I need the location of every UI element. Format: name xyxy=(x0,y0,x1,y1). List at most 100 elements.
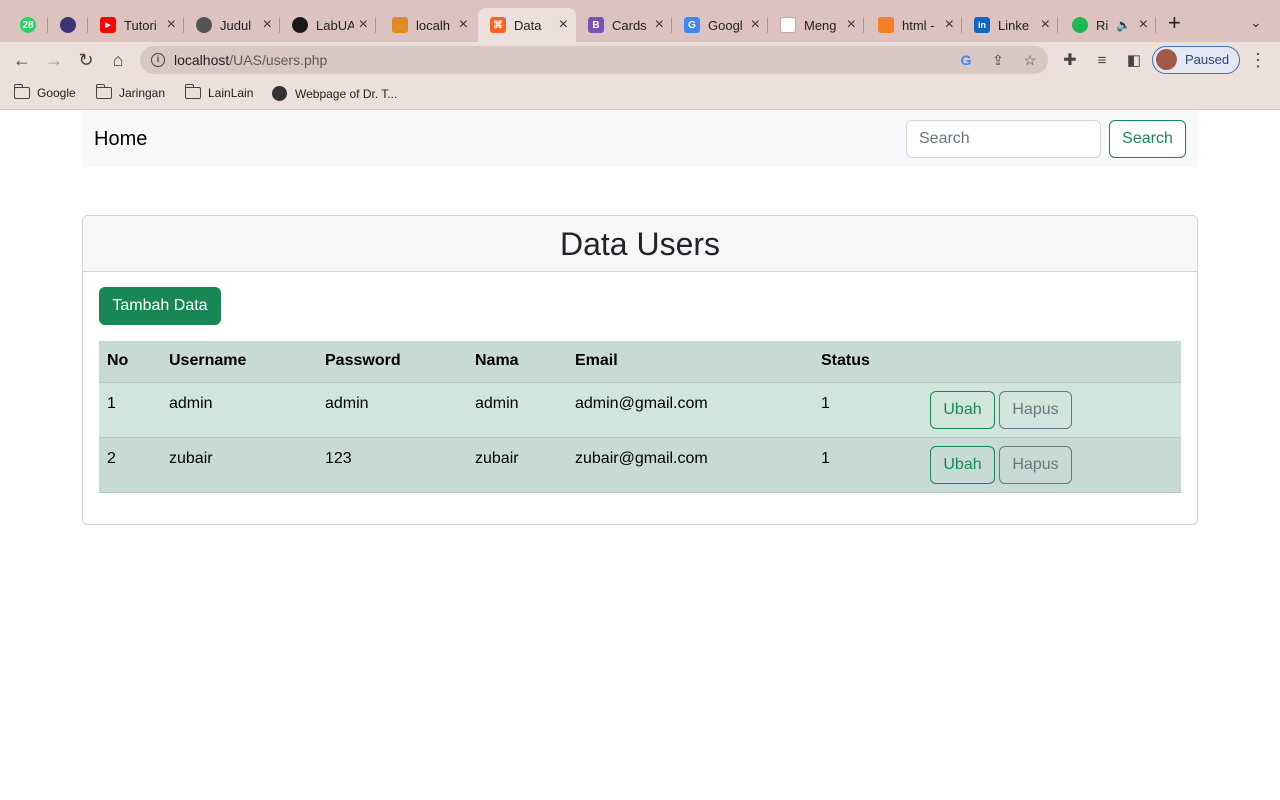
google-lens-icon[interactable]: G xyxy=(958,52,974,68)
cell-username: zubair xyxy=(161,437,317,493)
avatar xyxy=(1156,49,1177,70)
close-icon[interactable]: × xyxy=(167,17,176,33)
navbar-brand-home[interactable]: Home xyxy=(94,128,147,151)
cell-no: 2 xyxy=(99,437,161,493)
tab-3[interactable]: Judul × xyxy=(184,8,280,42)
cell-nama: admin xyxy=(467,382,567,438)
more-menu-icon[interactable]: ⋮ xyxy=(1248,50,1268,70)
back-arrow-icon[interactable]: ← xyxy=(12,50,32,70)
close-icon[interactable]: × xyxy=(263,17,272,33)
column-header-password: Password xyxy=(317,341,467,383)
tab-title: Linke xyxy=(998,17,1030,33)
tab-0[interactable]: 28 xyxy=(8,8,48,42)
cell-email: zubair@gmail.com xyxy=(567,437,813,493)
youtube-icon: ▶ xyxy=(100,17,116,33)
bookmark-jaringan[interactable]: Jaringan xyxy=(95,84,166,100)
bookmarks-bar: Google Jaringan LainLain Webpage of Dr. … xyxy=(0,78,1280,110)
tab-10[interactable]: html - × xyxy=(866,8,962,42)
add-data-button[interactable]: Tambah Data xyxy=(99,287,221,325)
page-title: Data Users xyxy=(559,226,721,262)
doc-icon xyxy=(780,17,796,33)
bookmark-star-icon[interactable]: ☆ xyxy=(1022,52,1038,68)
edit-button[interactable]: Ubah xyxy=(930,445,995,484)
share-icon[interactable]: ⇪ xyxy=(990,52,1006,68)
tab-title: localh xyxy=(416,17,450,33)
cell-actions: Ubah Hapus xyxy=(922,382,1181,438)
profile-status: Paused xyxy=(1185,52,1230,67)
close-icon[interactable]: × xyxy=(1139,17,1148,33)
audio-playing-icon[interactable]: 🔈 xyxy=(1116,18,1131,32)
column-header-no: No xyxy=(99,341,161,383)
tab-7[interactable]: B Cards × xyxy=(576,8,672,42)
tab-4[interactable]: LabUA × xyxy=(280,8,376,42)
search-input[interactable] xyxy=(906,120,1101,158)
globe-icon xyxy=(196,17,212,33)
tab-title: LabUA xyxy=(316,17,354,33)
bookmark-label: Webpage of Dr. T... xyxy=(295,86,398,101)
tab-title: Data xyxy=(514,17,542,33)
bookmark-google[interactable]: Google xyxy=(13,84,76,100)
close-icon[interactable]: × xyxy=(751,17,760,33)
tab-title: Tutori xyxy=(124,17,157,33)
column-header-email: Email xyxy=(567,341,813,383)
site-info-icon[interactable]: i xyxy=(151,53,165,67)
tab-11[interactable]: in Linke × xyxy=(962,8,1058,42)
tab-5[interactable]: localh × xyxy=(380,8,476,42)
home-icon[interactable]: ⌂ xyxy=(108,50,128,70)
folder-icon xyxy=(95,84,112,99)
profile-button[interactable]: Paused xyxy=(1152,46,1240,74)
forward-arrow-icon[interactable]: → xyxy=(44,50,64,70)
delete-button[interactable]: Hapus xyxy=(999,390,1072,429)
close-icon[interactable]: × xyxy=(459,17,468,33)
bookmark-label: LainLain xyxy=(208,86,254,100)
side-panel-icon[interactable]: ◧ xyxy=(1124,50,1144,70)
tab-8[interactable]: G Googl × xyxy=(672,8,768,42)
close-icon[interactable]: × xyxy=(945,17,954,33)
bookmark-label: Jaringan xyxy=(119,86,166,100)
cell-status: 1 xyxy=(813,382,922,438)
users-table: No Username Password Nama Email Status 1… xyxy=(99,341,1181,493)
tab-title: Meng xyxy=(804,17,837,33)
close-icon[interactable]: × xyxy=(847,17,856,33)
bookmark-webpage-dr[interactable]: Webpage of Dr. T... xyxy=(272,86,397,101)
whatsapp-icon: 28 xyxy=(20,17,36,33)
spotify-icon xyxy=(1072,17,1088,33)
edit-button[interactable]: Ubah xyxy=(930,390,995,429)
cell-status: 1 xyxy=(813,437,922,493)
github-icon xyxy=(292,17,308,33)
tab-title: Googl xyxy=(708,17,743,33)
tab-1[interactable] xyxy=(48,8,88,42)
phpmyadmin-icon xyxy=(392,17,408,33)
cell-username: admin xyxy=(161,382,317,438)
column-header-username: Username xyxy=(161,341,317,383)
tab-6-active[interactable]: ⌘ Data × xyxy=(478,8,576,42)
close-icon[interactable]: × xyxy=(359,17,368,33)
media-control-icon[interactable]: ≡ xyxy=(1092,50,1112,70)
close-icon[interactable]: × xyxy=(1041,17,1050,33)
column-header-status: Status xyxy=(813,341,922,383)
tab-title: html - xyxy=(902,17,935,33)
cell-no: 1 xyxy=(99,382,161,438)
close-icon[interactable]: × xyxy=(655,17,664,33)
close-icon[interactable]: × xyxy=(559,17,568,33)
linkedin-icon: in xyxy=(974,17,990,33)
tab-2[interactable]: ▶ Tutori × xyxy=(88,8,184,42)
delete-button[interactable]: Hapus xyxy=(999,445,1072,484)
tab-search-chevron-icon[interactable]: ⌄ xyxy=(1250,14,1262,31)
data-users-card: Data Users Tambah Data No Username Passw… xyxy=(82,215,1198,525)
google-translate-icon: G xyxy=(684,17,700,33)
extensions-puzzle-icon[interactable]: ✚ xyxy=(1060,50,1080,70)
stackoverflow-icon xyxy=(878,17,894,33)
search-button[interactable]: Search xyxy=(1109,120,1186,158)
address-bar[interactable]: i localhost/UAS/users.php G ⇪ ☆ xyxy=(140,46,1048,74)
cell-nama: zubair xyxy=(467,437,567,493)
table-row: 2 zubair 123 zubair zubair@gmail.com 1 U… xyxy=(99,437,1181,493)
new-tab-icon[interactable]: + xyxy=(1168,12,1181,34)
reload-icon[interactable]: ↻ xyxy=(76,50,96,70)
tab-title: Ri xyxy=(1096,17,1109,33)
cell-email: admin@gmail.com xyxy=(567,382,813,438)
tab-9[interactable]: Meng × xyxy=(768,8,864,42)
bookmark-lainlain[interactable]: LainLain xyxy=(184,84,254,100)
tab-12[interactable]: Ri 🔈 × xyxy=(1060,8,1156,42)
address-url[interactable]: localhost/UAS/users.php xyxy=(174,52,327,68)
